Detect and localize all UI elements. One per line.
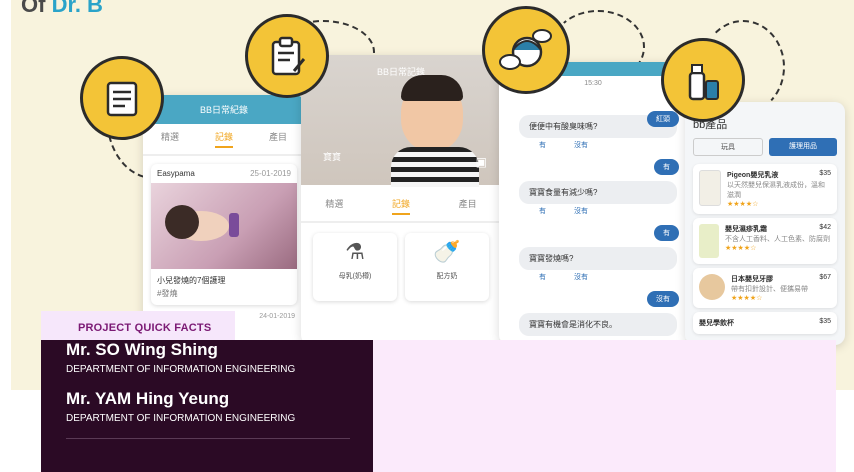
person-name: Mr. SO Wing Shing	[66, 340, 218, 359]
phone-header: BB日常記錄	[376, 67, 425, 77]
answer-no[interactable]: 沒有	[574, 272, 588, 282]
tab-records[interactable]: 記錄	[214, 130, 233, 148]
answer-no[interactable]: 沒有	[574, 206, 588, 216]
divider	[66, 438, 350, 439]
product-stars: ★★★★☆	[725, 245, 757, 252]
hero-title-highlight: Dr. B	[51, 0, 103, 17]
tab-bar: 精選 記錄 產目	[143, 124, 305, 156]
person-department: DEPARTMENT OF INFORMATION ENGINEERING	[66, 413, 296, 424]
product-stars: ★★★★☆	[731, 295, 763, 302]
quick-facts-tab: PROJECT QUICK FACTS	[41, 311, 235, 340]
post-caption: 小兒發燒的7個護理	[157, 276, 226, 285]
tab-care[interactable]: 護理用品	[769, 138, 837, 156]
product-desc: 不含人工香料、人工色素、防腐劑	[725, 236, 830, 243]
chat-answer: 沒有	[499, 282, 687, 307]
product-name: 嬰兒濕疹乳霜	[725, 226, 767, 233]
product-item[interactable]: Pigeon嬰兒乳液 $35 以天然嬰兒保濕乳液成份，溫和滋潤 ★★★★☆	[693, 164, 837, 214]
baby-bottle-icon	[661, 38, 745, 122]
answer-options: 有 沒有	[539, 140, 687, 150]
hero-title-prefix: Of	[21, 0, 46, 17]
quick-facts-label: PROJECT QUICK FACTS	[78, 322, 212, 334]
post-date: 25-01-2019	[250, 169, 291, 178]
grid-item-breastmilk[interactable]: ⚗ 母乳(奶樽)	[313, 233, 397, 301]
post-card[interactable]: Easypama 25-01-2019 小兒發燒的7個護理 #發燒	[151, 164, 297, 305]
answer-yes[interactable]: 有	[539, 206, 546, 216]
answer-yes[interactable]: 有	[539, 272, 546, 282]
tab-records[interactable]: 記錄	[391, 197, 410, 215]
tab-bar: 精選 記錄 產目	[301, 191, 501, 223]
product-price: $35	[819, 318, 831, 325]
product-price: $67	[819, 274, 831, 281]
product-name: 嬰兒學飲杯	[699, 320, 734, 327]
grid-label: 母乳(奶樽)	[338, 273, 372, 280]
breast-pump-icon: ⚗	[345, 239, 365, 264]
hero-title: Of Dr. B	[21, 0, 103, 18]
person-department: DEPARTMENT OF INFORMATION ENGINEERING	[66, 364, 296, 375]
baby-name: 寶寶	[323, 152, 342, 162]
lotion-icon	[699, 170, 721, 206]
product-desc: 帶有扣針設計、便攜易帶	[731, 286, 808, 293]
baby-photo: BB日常記錄 寶寶 ▣	[301, 55, 501, 187]
tab-featured[interactable]: 精選	[325, 197, 343, 215]
baby-bottle-icon: 🍼	[433, 239, 461, 264]
answer-options: 有 沒有	[539, 206, 687, 216]
answer-options: 有 沒有	[539, 272, 687, 282]
answer-no[interactable]: 沒有	[574, 140, 588, 150]
phone-screen-chat: 15:30 紅頭 便便中有酸臭味嗎? 有 沒有 有 寶寶食量有減少嗎? 有 沒有…	[499, 62, 687, 345]
chat-question: 寶寶有機會是消化不良。	[519, 313, 677, 336]
product-price: $35	[819, 170, 831, 177]
product-item[interactable]: 嬰兒學飲杯 $35	[693, 312, 837, 334]
phone-screen-profile: BB日常記錄 寶寶 ▣ 精選 記錄 產目 ⚗ 母乳(奶樽) 🍼 配方奶	[301, 55, 501, 345]
product-item[interactable]: 嬰兒濕疹乳霜 $42 不含人工香料、人工色素、防腐劑 ★★★★☆	[693, 218, 837, 264]
product-stars: ★★★★☆	[727, 201, 759, 208]
cream-icon	[699, 224, 719, 258]
record-grid: ⚗ 母乳(奶樽) 🍼 配方奶	[301, 223, 501, 311]
product-item[interactable]: 日本嬰兒牙膠 $67 帶有扣針設計、便攜易帶 ★★★★☆	[693, 268, 837, 308]
chat-answer: 有	[499, 216, 687, 241]
teether-icon	[699, 274, 725, 300]
tab-toys[interactable]: 玩具	[693, 138, 763, 156]
post-author: Easypama	[157, 169, 195, 178]
grid-label: 配方奶	[436, 273, 458, 280]
phone-screen-feed: BB日常紀錄 精選 記錄 產目 Easypama 25-01-2019 小兒發燒…	[143, 95, 305, 345]
post-tag: #發燒	[157, 289, 178, 298]
person-name: Mr. YAM Hing Yeung	[66, 389, 230, 408]
tab-products[interactable]: 產目	[459, 197, 477, 215]
product-price: $42	[819, 224, 831, 231]
product-name: 日本嬰兒牙膠	[731, 276, 773, 283]
scroll-icon	[80, 56, 164, 140]
clipboard-icon	[245, 14, 329, 98]
post-image	[151, 183, 297, 269]
product-name: Pigeon嬰兒乳液	[727, 172, 779, 179]
product-desc: 以天然嬰兒保濕乳液成份，溫和滋潤	[727, 182, 825, 199]
tab-featured[interactable]: 精選	[161, 130, 179, 148]
chat-question: 寶寶發燒嗎?	[519, 247, 677, 270]
answer-yes[interactable]: 有	[539, 140, 546, 150]
phone-screen-products: bb產品 玩具 護理用品 Pigeon嬰兒乳液 $35 以天然嬰兒保濕乳液成份，溫…	[685, 102, 845, 345]
chat-answer: 有	[499, 150, 687, 175]
chat-support-icon	[482, 6, 570, 94]
chat-question: 寶寶食量有減少嗎?	[519, 181, 677, 204]
tab-products[interactable]: 產目	[269, 130, 287, 148]
phone-header: BB日常紀錄	[143, 95, 305, 124]
grid-item-formula[interactable]: 🍼 配方奶	[405, 233, 489, 301]
info-panel	[373, 340, 836, 472]
camera-icon[interactable]: ▣	[476, 155, 487, 169]
